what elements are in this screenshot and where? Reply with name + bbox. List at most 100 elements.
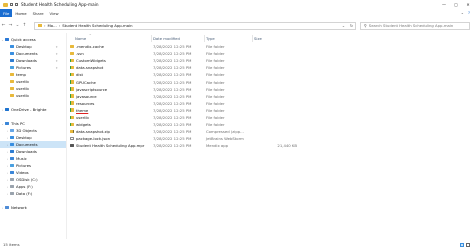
nav-item[interactable]: › OSDisk (C:) [0,176,66,183]
file-name: .svn [76,51,84,57]
file-row[interactable]: javascriptsource 7/28/2022 12:25 PM File f… [66,86,474,93]
file-row[interactable]: widgets 7/28/2022 12:25 PM File folder [66,121,474,128]
file-row[interactable]: userlib 7/28/2022 12:25 PM File folder [66,114,474,121]
recent-locations-button[interactable]: ⌄ [14,23,21,28]
nav-item[interactable]: › Downloads [0,148,66,155]
search-input[interactable]: Search Student Health Scheduling App-mai… [369,23,454,28]
file-name: .mendix-cache [76,44,104,50]
nav-item[interactable]: › Documents [0,141,66,148]
item-count: 15 items [3,242,20,247]
breadcrumb-current[interactable]: Student Health Scheduling App-main [62,23,132,28]
folder-icon [10,72,14,77]
column-header-type[interactable]: Type [206,36,215,41]
pin-icon: ✦ [55,51,58,56]
json-icon [70,136,74,141]
nav-item[interactable]: ⌄ Quick access [0,36,66,43]
network-icon [5,205,9,210]
breadcrumb-parent[interactable]: Mo... [48,23,57,28]
file-row[interactable]: CustomWidgets 7/28/2022 12:25 PM File fold… [66,57,474,64]
file-row[interactable]: theme 7/28/2022 12:25 PM File folder [66,107,474,114]
column-header-size[interactable]: Size [254,36,262,41]
nav-item-label: Videos [16,170,29,175]
nav-item[interactable]: userlib [0,85,66,92]
tab-share[interactable]: Share [30,11,47,18]
column-separator[interactable] [204,35,205,42]
file-name: javasource [76,93,97,99]
file-name: userlib [76,114,89,120]
minimize-button[interactable]: — [438,0,450,9]
drive-icon [10,184,14,189]
forward-button[interactable]: → [7,23,14,28]
large-icons-view-icon[interactable] [466,242,470,247]
refresh-icon[interactable]: ↻ [350,23,353,28]
tab-file[interactable]: File [0,9,13,17]
column-separator[interactable] [151,35,152,42]
nav-item[interactable]: Desktop ✦ [0,43,66,50]
window-title: Student Health Scheduling App-main [21,2,99,7]
drive-icon [10,177,14,182]
close-button[interactable]: ✕ [462,0,474,9]
file-row[interactable]: package-lock.json 7/28/2022 12:25 PM JetBr… [66,135,474,142]
file-row[interactable]: javasource 7/28/2022 12:25 PM File folder [66,93,474,100]
maximize-button[interactable]: ▢ [450,0,462,9]
properties-icon[interactable] [10,3,13,6]
nav-item[interactable]: ⌄ This PC [0,120,66,127]
back-button[interactable]: ← [0,23,7,28]
file-date-modified: 7/28/2022 12:25 PM [153,79,192,85]
nav-item[interactable]: › Data (F:) [0,190,66,197]
nav-item[interactable]: Pictures ✦ [0,64,66,71]
file-date-modified: 7/28/2022 12:25 PM [153,93,192,99]
nav-item[interactable]: › Network [0,204,66,211]
file-row[interactable]: Student Health Scheduling App.mpr 7/28/20… [66,142,474,149]
file-date-modified: 7/28/2022 12:25 PM [153,72,192,78]
nav-item[interactable]: › Music [0,155,66,162]
column-header-date[interactable]: Date modified [153,36,180,41]
file-row[interactable]: data-snapshot.zip 7/28/2022 12:25 PM Compr… [66,128,474,135]
file-row[interactable]: GPUCache 7/28/2022 12:25 PM File folder [66,78,474,85]
new-folder-icon[interactable] [15,3,18,6]
breadcrumb-separator: › [44,23,46,28]
nav-item[interactable]: › Pictures [0,162,66,169]
file-date-modified: 7/28/2022 12:25 PM [153,86,192,92]
nav-item-label: OneDrive - Brighte [11,107,47,112]
details-view-icon[interactable] [460,242,464,247]
zip-icon [70,129,74,134]
address-dropdown-icon[interactable]: ⌄ [342,23,345,28]
synced-folder-icon [70,94,74,98]
synced-folder-icon [70,101,74,105]
nav-item[interactable]: › Videos [0,169,66,176]
nav-item[interactable]: temp [0,71,66,78]
nav-item[interactable]: userlib [0,78,66,85]
file-row[interactable]: resources 7/28/2022 12:25 PM File folder [66,100,474,107]
file-row[interactable]: data-snapshot 7/28/2022 12:25 PM File fold… [66,64,474,71]
tab-view[interactable]: View [47,11,62,18]
file-date-modified: 7/28/2022 12:25 PM [153,114,192,120]
file-date-modified: 7/28/2022 12:25 PM [153,65,192,71]
expand-ribbon-icon[interactable]: ⌄ [461,10,464,15]
nav-item[interactable]: › Apps (F:) [0,183,66,190]
file-row[interactable]: dist 7/28/2022 12:25 PM File folder [66,71,474,78]
file-row[interactable]: .svn 7/28/2022 12:25 PM File folder [66,50,474,57]
file-date-modified: 7/28/2022 12:25 PM [153,122,192,128]
search-box[interactable]: ⚲ Search Student Health Scheduling App-m… [360,21,470,30]
nav-item[interactable]: › OneDrive - Brighte [0,106,66,113]
column-separator[interactable] [252,35,253,42]
nav-item[interactable]: › 3D Objects [0,127,66,134]
file-date-modified: 7/28/2022 12:25 PM [153,51,192,57]
nav-item[interactable]: Documents ✦ [0,50,66,57]
3d-objects-icon [10,128,14,133]
nav-item[interactable]: › Desktop [0,134,66,141]
documents-icon [10,142,14,147]
ribbon-tabs: File Home Share View ⌄ ? [0,9,474,17]
nav-item[interactable]: userlib [0,92,66,99]
address-field[interactable]: › Mo... › Student Health Scheduling App-… [34,21,356,30]
music-icon [10,156,14,161]
column-header-name[interactable]: ^ Name [75,33,92,42]
desktop-icon [10,44,14,49]
help-icon[interactable]: ? [468,10,470,15]
nav-item[interactable]: Downloads ✦ [0,57,66,64]
up-button[interactable]: ↑ [21,23,28,28]
tab-home[interactable]: Home [12,11,29,18]
file-type: File folder [206,93,225,99]
file-row[interactable]: .mendix-cache 7/28/2022 12:25 PM File fold… [66,43,474,50]
